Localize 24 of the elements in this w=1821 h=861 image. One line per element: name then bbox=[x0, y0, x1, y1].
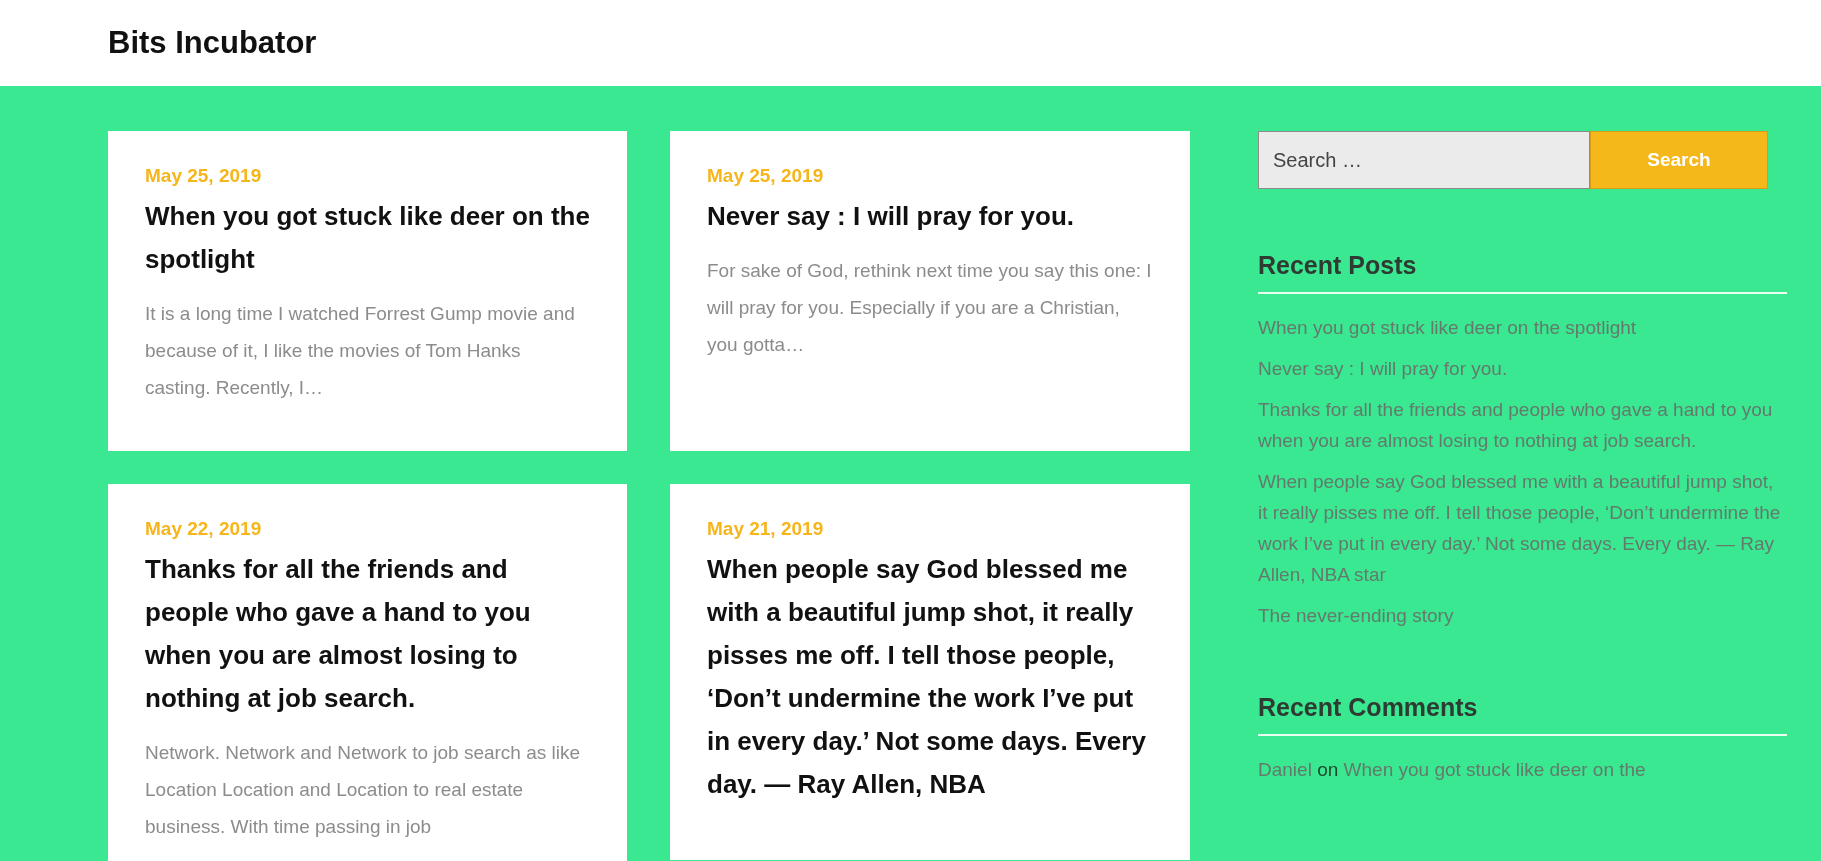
post-title[interactable]: Thanks for all the friends and people who gave a hand to you when you are almost losing to nothing at job search. bbox=[145, 548, 590, 720]
post-date[interactable]: May 21, 2019 bbox=[707, 518, 1153, 540]
post-date[interactable]: May 25, 2019 bbox=[707, 165, 1153, 187]
post-title[interactable]: When you got stuck like deer on the spotlight bbox=[145, 195, 590, 281]
widget-title: Recent Comments bbox=[1258, 693, 1787, 736]
post-excerpt: Network. Network and Network to job search as like Location Location and Location to real estate business. With time passing in job bbox=[145, 741, 582, 839]
comment-connector: on bbox=[1317, 759, 1339, 780]
comment-post-link[interactable]: When you got stuck like deer on the bbox=[1343, 759, 1646, 780]
post-title[interactable]: Never say : I will pray for you. bbox=[707, 195, 1153, 238]
post-date[interactable]: May 22, 2019 bbox=[145, 518, 590, 540]
post-date[interactable]: May 25, 2019 bbox=[145, 165, 590, 187]
comment-author[interactable]: Daniel bbox=[1258, 759, 1312, 780]
search-field[interactable]: Search … bbox=[1258, 131, 1590, 189]
widget-title: Recent Posts bbox=[1258, 251, 1787, 294]
recent-post-link[interactable]: The never-ending story bbox=[1258, 600, 1787, 631]
search-button[interactable]: Search bbox=[1590, 131, 1768, 189]
recent-post-link[interactable]: Never say : I will pray for you. bbox=[1258, 353, 1787, 384]
recent-post-link[interactable]: Thanks for all the friends and people who gave a hand to you when you are almost losing to nothing at job search. bbox=[1258, 394, 1787, 456]
post-excerpt: It is a long time I watched Forrest Gump movie and because of it, I like the movies of Tom Hanks casting. Recently, I… bbox=[145, 302, 576, 400]
post-title[interactable]: When people say God blessed me with a beautiful jump shot, it really pisses me off. I tell those people, ‘Don’t undermine the work I’ve put in every day.’ Not some days. Every day. — Ray Allen, NBA bbox=[707, 548, 1153, 806]
site-title[interactable]: Bits Incubator bbox=[108, 25, 317, 61]
post-excerpt: For sake of God, rethink next time you say this one: I will pray for you. Especially if you are a Christian, you gotta… bbox=[707, 259, 1153, 357]
recent-post-link[interactable]: When people say God blessed me with a beautiful jump shot, it really pisses me off. I tell those people, ‘Don’t undermine the work I’ve put in every day.’ Not some days. Every day. — Ray Allen, NBA star bbox=[1258, 466, 1787, 590]
recent-post-link[interactable]: When you got stuck like deer on the spotlight bbox=[1258, 312, 1787, 343]
